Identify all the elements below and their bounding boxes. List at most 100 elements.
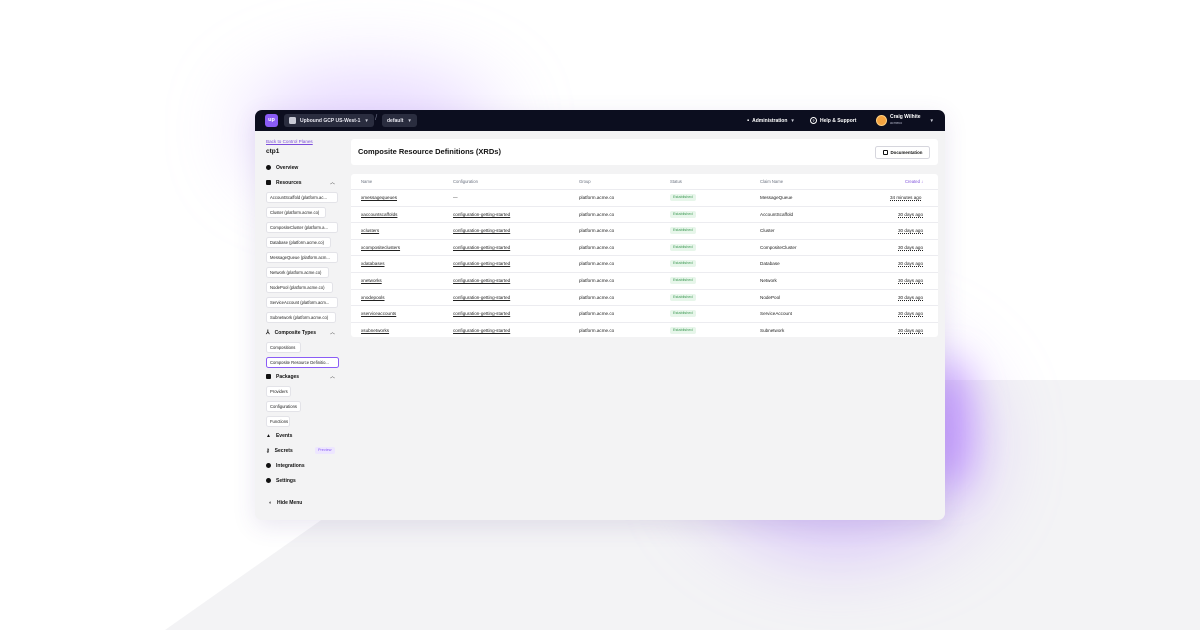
resource-item-cluster[interactable]: Cluster (platform.acme.co): [266, 207, 326, 218]
configuration-link[interactable]: configuration-getting-started: [453, 311, 510, 316]
group-cell: platform.acme.co: [579, 327, 615, 333]
status-badge: Established: [670, 293, 696, 301]
xrd-table: Name Configuration Group Status Claim Na…: [351, 174, 938, 337]
table-row[interactable]: xcompositeclusters configuration-getting…: [351, 238, 938, 256]
page-title: Composite Resource Definitions (XRDs): [358, 147, 501, 156]
resource-item-subnetwork[interactable]: Subnetwork (platform.acme.co): [266, 312, 336, 323]
space-icon: [289, 117, 296, 124]
sidebar-item-overview[interactable]: Overview: [266, 163, 298, 172]
documentation-button[interactable]: Documentation: [875, 146, 930, 159]
column-header-configuration[interactable]: Configuration: [453, 179, 478, 184]
column-header-claim-name[interactable]: Claim Name: [760, 179, 783, 184]
resource-item-nodepool[interactable]: NodePool (platform.acme.co): [266, 282, 333, 293]
space-selector[interactable]: Upbound GCP US-West-1 ▼: [284, 114, 374, 127]
configuration-link[interactable]: configuration-getting-started: [453, 212, 510, 217]
created-cell: 30 days ago: [898, 261, 924, 267]
sidebar-item-label: Resources: [276, 179, 302, 186]
user-menu[interactable]: Craig Wilhite acmeco ▼: [876, 110, 934, 131]
upbound-logo[interactable]: up: [265, 114, 278, 127]
table-row[interactable]: xsubnetworks configuration-getting-start…: [351, 321, 938, 339]
sidebar-item-integrations[interactable]: Integrations: [266, 461, 305, 470]
column-header-name[interactable]: Name: [361, 179, 372, 184]
preview-badge: Preview: [315, 447, 335, 454]
created-cell: 30 days ago: [898, 311, 924, 317]
configuration-link[interactable]: configuration-getting-started: [453, 228, 510, 233]
configuration-link[interactable]: configuration-getting-started: [453, 278, 510, 283]
configuration-link[interactable]: configuration-getting-started: [453, 328, 510, 333]
xrd-name-link[interactable]: xsubnetworks: [361, 328, 389, 333]
created-cell: 30 days ago: [898, 327, 924, 333]
table-row[interactable]: xserviceaccounts configuration-getting-s…: [351, 305, 938, 322]
sidebar-item-secrets[interactable]: ⚷ Secrets: [266, 446, 293, 455]
xrd-name-link[interactable]: xserviceaccounts: [361, 311, 396, 316]
table-row[interactable]: xnodepools configuration-getting-started…: [351, 288, 938, 306]
group-cell: platform.acme.co: [579, 195, 615, 200]
claim-name-cell: Subnetwork: [760, 327, 785, 333]
resource-item-serviceaccount[interactable]: ServiceAccount (platform.acm...: [266, 297, 338, 308]
sidebar-item-label: Composite Types: [274, 329, 316, 336]
status-badge: Established: [670, 227, 696, 235]
xrd-name-link[interactable]: xclusters: [361, 228, 379, 233]
column-header-group[interactable]: Group: [579, 179, 591, 184]
composite-item-xrds[interactable]: Composite Resource Definitio...: [266, 357, 339, 368]
claim-name-cell: NodePool: [760, 294, 781, 300]
back-to-control-planes-link[interactable]: Back to Control Planes: [266, 139, 313, 144]
group-cell: platform.acme.co: [579, 244, 615, 250]
xrd-name-link[interactable]: xaccountscaffolds: [361, 212, 397, 217]
package-item-functions[interactable]: Functions: [266, 416, 290, 427]
xrd-name-link[interactable]: xmessagequeues: [361, 195, 397, 200]
group-cell: platform.acme.co: [579, 278, 615, 283]
claim-name-cell: ServiceAccount: [760, 311, 792, 317]
configuration-link[interactable]: configuration-getting-started: [453, 261, 510, 266]
table-row[interactable]: xmessagequeues — platform.acme.co Establ…: [351, 189, 938, 206]
table-row[interactable]: xclusters configuration-getting-started …: [351, 222, 938, 239]
page-header: Composite Resource Definitions (XRDs) Do…: [351, 139, 938, 165]
app-window: up Upbound GCP US-West-1 ▼ / default ▼ ▪…: [255, 110, 945, 520]
chevron-down-icon: ▼: [407, 118, 412, 123]
sidebar-item-settings[interactable]: Settings: [266, 476, 296, 485]
created-cell: 30 days ago: [898, 228, 924, 234]
table-row[interactable]: xdatabases configuration-getting-started…: [351, 255, 938, 272]
table-row[interactable]: xaccountscaffolds configuration-getting-…: [351, 205, 938, 223]
column-header-status[interactable]: Status: [670, 179, 682, 184]
resource-item-network[interactable]: Network (platform.acme.co): [266, 267, 329, 278]
configuration-link[interactable]: configuration-getting-started: [453, 245, 510, 250]
chevron-up-icon[interactable]: ︿: [330, 373, 335, 380]
resource-item-database[interactable]: Database (platform.acme.co): [266, 237, 331, 248]
info-icon: [266, 165, 271, 170]
package-item-providers[interactable]: Providers: [266, 386, 291, 397]
composite-item-compositions[interactable]: Compositions: [266, 342, 301, 353]
created-cell: 34 minutes ago: [890, 195, 922, 200]
created-cell: 30 days ago: [898, 294, 924, 300]
package-item-configurations[interactable]: Configurations: [266, 401, 301, 412]
sidebar-item-events[interactable]: ▲ Events: [266, 431, 292, 440]
bell-icon: ▲: [266, 432, 271, 439]
sidebar-item-packages[interactable]: Packages: [266, 372, 299, 381]
composite-types-icon: ⅄: [266, 330, 270, 336]
resource-item-compositecluster[interactable]: CompositeCluster (platform.a...: [266, 222, 338, 233]
chevron-down-icon: ▼: [790, 118, 795, 123]
sidebar-item-label: Overview: [276, 164, 299, 171]
status-badge: Established: [670, 310, 696, 318]
hide-menu-button[interactable]: ◐ Hide Menu: [269, 498, 302, 507]
sidebar-item-composite-types[interactable]: ⅄ Composite Types: [266, 328, 316, 337]
top-bar: up Upbound GCP US-West-1 ▼ / default ▼ ▪…: [255, 110, 945, 131]
xrd-name-link[interactable]: xnodepools: [361, 295, 385, 300]
claim-name-cell: Network: [760, 278, 777, 283]
xrd-name-link[interactable]: xcompositeclusters: [361, 245, 400, 250]
resource-item-accountscaffold[interactable]: AccountScaffold (platform.ac...: [266, 192, 338, 203]
help-support-link[interactable]: ? Help & Support: [810, 110, 856, 131]
hide-menu-label: Hide Menu: [277, 499, 303, 506]
column-header-created[interactable]: Created ↓: [905, 179, 923, 184]
xrd-name-link[interactable]: xnetworks: [361, 278, 382, 283]
resource-item-messagequeue[interactable]: MessageQueue (platform.acm...: [266, 252, 338, 263]
group-selector[interactable]: default ▼: [382, 114, 417, 127]
sidebar-item-resources[interactable]: Resources: [266, 178, 302, 187]
table-row[interactable]: xnetworks configuration-getting-started …: [351, 272, 938, 289]
administration-menu[interactable]: ▪ Administration ▼: [747, 110, 795, 131]
xrd-name-link[interactable]: xdatabases: [361, 261, 385, 266]
configuration-link[interactable]: configuration-getting-started: [453, 295, 510, 300]
chevron-up-icon[interactable]: ︿: [330, 329, 335, 336]
chevron-up-icon[interactable]: ︿: [330, 179, 335, 186]
help-label: Help & Support: [820, 117, 857, 124]
